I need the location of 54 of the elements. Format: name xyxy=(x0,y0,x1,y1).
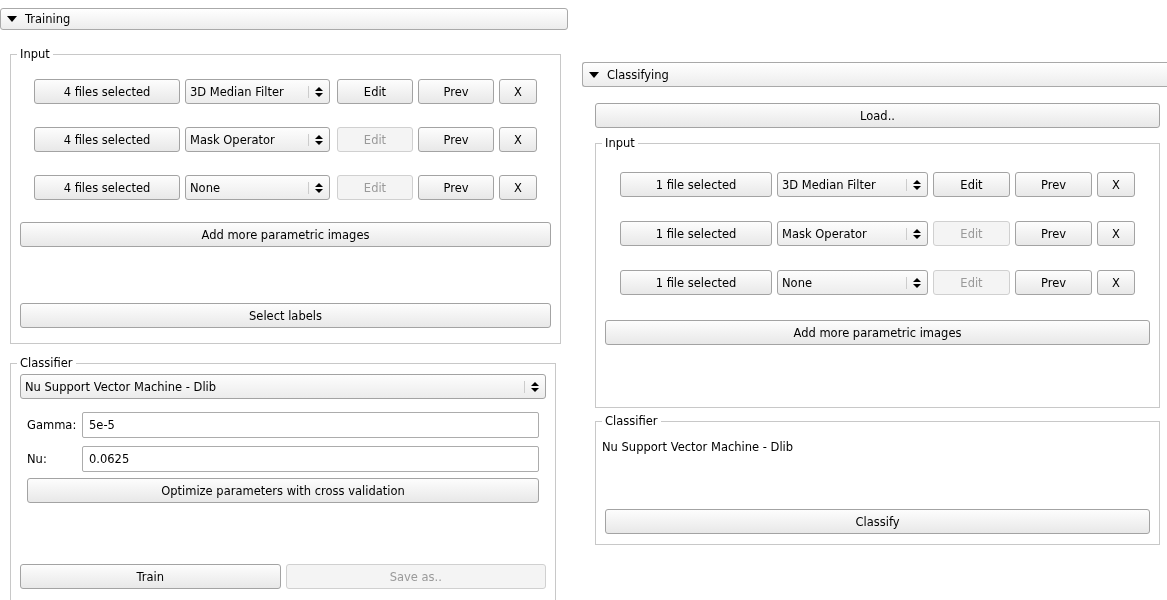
file-button[interactable]: 4 files selected xyxy=(34,175,180,200)
remove-button[interactable]: X xyxy=(499,127,537,152)
preview-button[interactable]: Prev xyxy=(418,79,494,104)
group-title: Input xyxy=(604,136,636,150)
add-images-button[interactable]: Add more parametric images xyxy=(605,320,1150,345)
section-header[interactable]: Classifying xyxy=(582,62,1167,87)
remove-button[interactable]: X xyxy=(1097,172,1135,197)
preview-button[interactable]: Prev xyxy=(1015,221,1092,246)
parameter-field[interactable]: 5e-5 xyxy=(82,412,539,438)
filter-dropdown[interactable]: Mask Operator xyxy=(185,127,330,152)
preview-button[interactable]: Prev xyxy=(418,175,494,200)
file-button[interactable]: 1 file selected xyxy=(620,221,772,246)
parameter-label: Nu: xyxy=(27,452,48,466)
edit-button[interactable]: Edit xyxy=(933,172,1010,197)
classify-button[interactable]: Classify xyxy=(605,509,1150,534)
filter-dropdown[interactable]: None xyxy=(777,270,928,295)
filter-dropdown[interactable]: None xyxy=(185,175,330,200)
remove-button[interactable]: X xyxy=(1097,221,1135,246)
classifier-name: Nu Support Vector Machine - Dlib xyxy=(602,440,795,454)
file-button[interactable]: 4 files selected xyxy=(34,127,180,152)
load-button[interactable]: Load.. xyxy=(595,103,1160,128)
file-button[interactable]: 1 file selected xyxy=(620,172,772,197)
filter-dropdown[interactable]: Mask Operator xyxy=(777,221,928,246)
remove-button[interactable]: X xyxy=(499,175,537,200)
expander-icon xyxy=(589,69,599,80)
spinner-arrows-icon xyxy=(524,380,539,393)
spinner-arrows-icon xyxy=(308,85,323,98)
remove-button[interactable]: X xyxy=(499,79,537,104)
preview-button[interactable]: Prev xyxy=(1015,270,1092,295)
edit-button[interactable]: Edit xyxy=(337,79,413,104)
group-title: Input xyxy=(19,47,51,61)
add-images-button[interactable]: Add more parametric images xyxy=(20,222,551,247)
select-labels-button[interactable]: Select labels xyxy=(20,303,551,328)
train-button[interactable]: Train xyxy=(20,564,281,589)
group-title: Classifier xyxy=(19,356,74,370)
remove-button[interactable]: X xyxy=(1097,270,1135,295)
group-title: Classifier xyxy=(604,414,659,428)
filter-dropdown[interactable]: 3D Median Filter xyxy=(777,172,928,197)
parameter-label: Gamma: xyxy=(27,418,78,432)
expander-icon xyxy=(7,14,17,24)
optimize-button[interactable]: Optimize parameters with cross validation xyxy=(27,478,539,503)
file-button[interactable]: 1 file selected xyxy=(620,270,772,295)
spinner-arrows-icon xyxy=(906,227,921,240)
parameter-field[interactable]: 0.0625 xyxy=(82,446,539,472)
filter-dropdown[interactable]: 3D Median Filter xyxy=(185,79,330,104)
preview-button[interactable]: Prev xyxy=(418,127,494,152)
preview-button[interactable]: Prev xyxy=(1015,172,1092,197)
spinner-arrows-icon xyxy=(308,181,323,194)
spinner-arrows-icon xyxy=(906,276,921,289)
section-header[interactable]: Training xyxy=(0,8,568,30)
spinner-arrows-icon xyxy=(906,178,921,191)
file-button[interactable]: 4 files selected xyxy=(34,79,180,104)
classifier-dropdown[interactable]: Nu Support Vector Machine - Dlib xyxy=(20,374,546,399)
spinner-arrows-icon xyxy=(308,133,323,146)
